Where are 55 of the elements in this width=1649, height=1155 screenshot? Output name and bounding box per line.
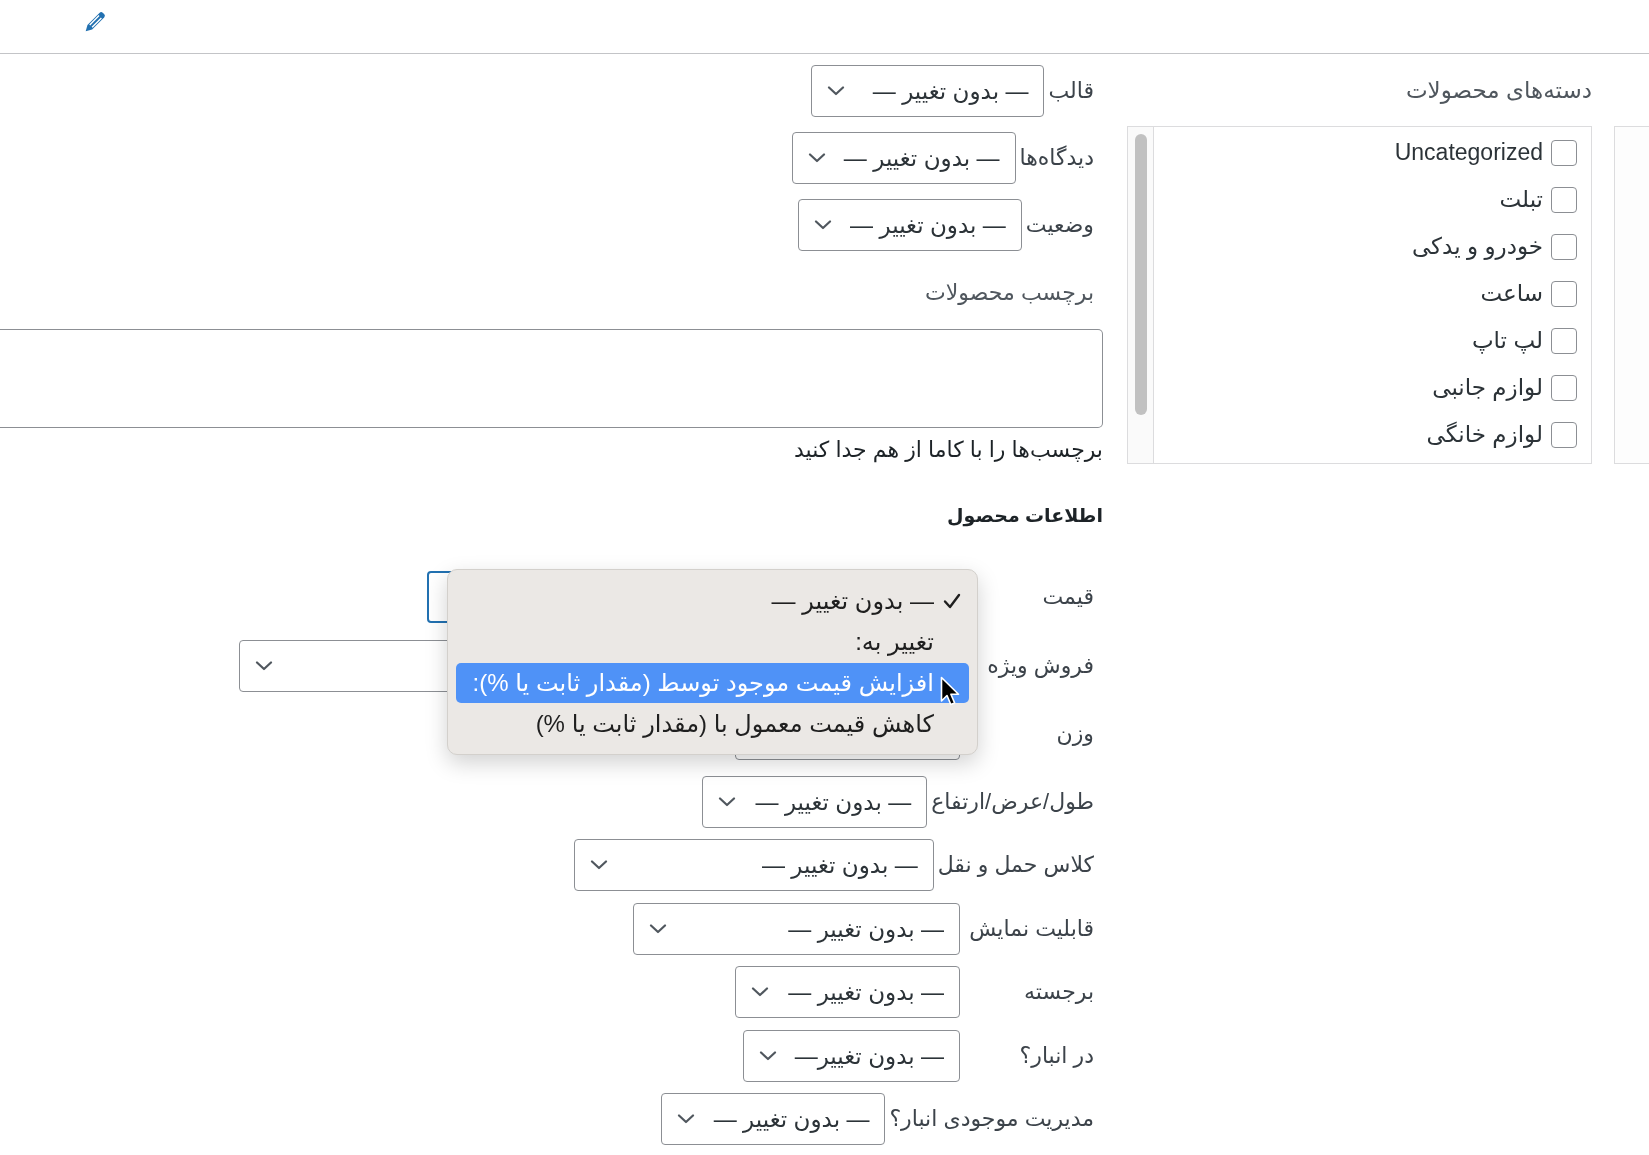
chevron-down-icon: [677, 1114, 696, 1124]
category-label: Uncategorized: [1394, 139, 1543, 166]
mouse-pointer-icon: [940, 676, 960, 707]
category-label: لوازم خانگی: [1426, 421, 1543, 448]
category-label: تبلت: [1499, 186, 1543, 213]
tags-textarea[interactable]: [0, 329, 1103, 428]
scrollbar-thumb[interactable]: [1134, 134, 1147, 415]
checkbox[interactable]: [1551, 280, 1577, 307]
section-heading: اطلاعات محصول: [947, 504, 1103, 529]
field-label: طول/عرض/ارتفاع: [931, 788, 1094, 816]
menu-option[interactable]: تغییر به:: [456, 622, 969, 662]
dropdown-select[interactable]: — بدون تغییر —: [573, 839, 934, 891]
field-label: فروش ویژه: [987, 652, 1094, 680]
category-label: خودرو و یدکی: [1411, 233, 1543, 260]
category-label: ساعت: [1480, 280, 1543, 307]
dropdown-select[interactable]: — بدون تغییر —: [735, 966, 960, 1018]
dropdown-select[interactable]: — بدون تغییر —: [633, 903, 960, 955]
checkbox[interactable]: [1551, 374, 1577, 401]
hint-text: برچسب‌ها را با کاما از هم جدا کنید: [794, 437, 1103, 463]
chevron-down-icon: [827, 86, 846, 96]
dropdown-select[interactable]: — بدون تغییر —: [702, 776, 928, 828]
checkbox[interactable]: [1551, 139, 1577, 166]
field-label: قیمت: [1042, 583, 1094, 611]
field-label: مدیریت موجودی انبار؟: [889, 1105, 1094, 1133]
checkbox[interactable]: [1551, 233, 1577, 260]
chevron-down-icon: [718, 797, 737, 807]
checkbox[interactable]: [1551, 421, 1577, 448]
categories-label: دسته‌های محصولات: [1405, 76, 1592, 105]
chevron-down-icon: [807, 153, 826, 163]
dropdown-select[interactable]: — بدون تغییر —: [791, 132, 1016, 184]
checkbox[interactable]: [1551, 327, 1577, 354]
menu-option[interactable]: کاهش قیمت معمول با (مقدار ثابت یا %): [456, 704, 969, 744]
field-label: وزن: [1056, 720, 1094, 748]
dropdown-select[interactable]: — بدون تغییر—: [743, 1030, 960, 1082]
field-label: برجسته: [1024, 978, 1094, 1006]
field-label: کلاس حمل و نقل: [937, 851, 1094, 879]
field-label: قابلیت نمایش: [969, 915, 1094, 943]
chevron-down-icon: [751, 987, 769, 997]
chevron-down-icon: [255, 661, 273, 671]
chevron-down-icon: [589, 860, 608, 870]
field-label: قالب: [1048, 77, 1094, 105]
chevron-down-icon: [813, 220, 832, 230]
field-label: دیدگاه‌ها: [1019, 144, 1094, 172]
field-label: برچسب محصولات: [925, 279, 1094, 307]
category-label: لوازم جانبی: [1432, 374, 1543, 401]
dropdown-select[interactable]: — بدون تغییر —: [811, 65, 1045, 117]
category-label: لپ تاپ: [1471, 327, 1543, 354]
dropdown-select[interactable]: — بدون تغییر —: [661, 1093, 886, 1145]
dropdown-select[interactable]: — بدون تغییر —: [797, 199, 1022, 251]
field-label: در انبار؟: [1019, 1042, 1094, 1070]
menu-option[interactable]: — بدون تغییر —: [456, 581, 969, 621]
chevron-down-icon: [649, 924, 667, 934]
checkbox[interactable]: [1551, 186, 1577, 213]
chevron-down-icon: [759, 1051, 777, 1061]
field-label: وضعیت: [1025, 211, 1094, 239]
